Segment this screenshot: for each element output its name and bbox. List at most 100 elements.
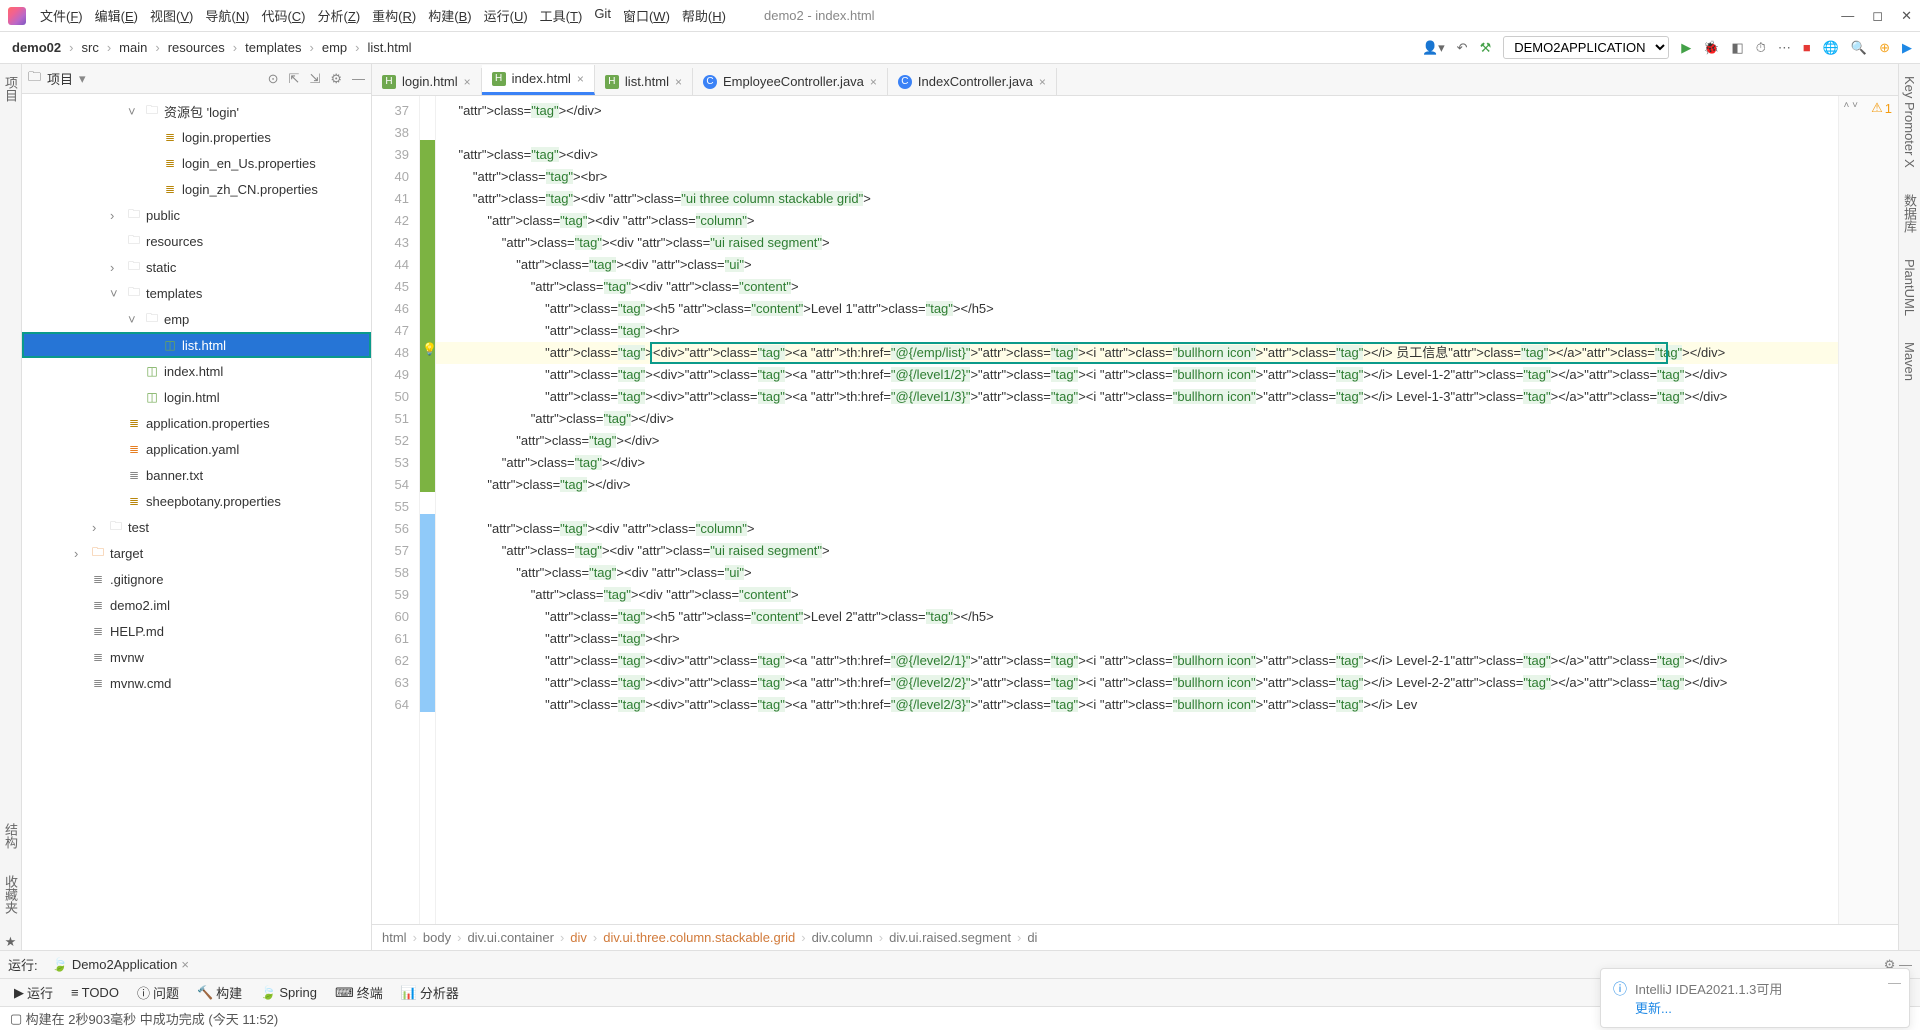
editor-tab[interactable]: Hindex.html× (482, 65, 595, 95)
bottom-tool-tab[interactable]: ⓘ问题 (131, 981, 185, 1004)
right-tab-keypromoter[interactable]: Key Promoter X (1900, 70, 1919, 174)
status-icon[interactable]: ▢ (10, 1011, 22, 1027)
close-icon[interactable]: × (1039, 75, 1046, 89)
crumb-item[interactable]: div.ui.three.column.stackable.grid (603, 930, 795, 945)
editor-breadcrumb[interactable]: html›body›div.ui.container›div›div.ui.th… (372, 924, 1898, 950)
stop-icon[interactable]: ■ (1803, 40, 1811, 55)
tree-node[interactable]: ≣demo2.iml (22, 592, 371, 618)
tree-node[interactable]: ›🗀public (22, 202, 371, 228)
error-stripe[interactable]: ˄ ˅ ⚠1 (1838, 96, 1898, 924)
editor-tab[interactable]: Hlogin.html× (372, 68, 482, 95)
notification-link[interactable]: 更新... (1635, 998, 1782, 1017)
crumb-item[interactable]: di (1027, 930, 1037, 945)
bottom-tool-tab[interactable]: 🍃Spring (254, 983, 323, 1003)
menu-item[interactable]: 运行(U) (478, 3, 534, 28)
close-icon[interactable]: × (181, 957, 189, 972)
breadcrumb-item[interactable]: src (77, 38, 102, 57)
left-tab-favorites[interactable]: 收藏夹 (0, 869, 22, 920)
breadcrumb-item[interactable]: main (115, 38, 151, 57)
close-button[interactable]: ✕ (1901, 8, 1912, 24)
tree-node[interactable]: ≣banner.txt (22, 462, 371, 488)
menu-item[interactable]: 导航(N) (199, 3, 255, 28)
right-tab-plantuml[interactable]: PlantUML (1900, 253, 1919, 322)
editor-tab[interactable]: Hlist.html× (595, 68, 693, 95)
tree-node[interactable]: ˅🗀templates (22, 280, 371, 306)
minimize-button[interactable]: — (1841, 8, 1854, 24)
bottom-tool-tab[interactable]: ⌨终端 (329, 981, 389, 1004)
menu-item[interactable]: 视图(V) (144, 3, 199, 28)
user-icon[interactable]: 👤▾ (1422, 40, 1445, 56)
crumb-item[interactable]: html (382, 930, 407, 945)
tree-node[interactable]: ≣application.properties (22, 410, 371, 436)
menu-item[interactable]: 窗口(W) (617, 3, 676, 28)
right-tab-maven[interactable]: Maven (1900, 336, 1919, 387)
breadcrumb[interactable]: demo02›src›main›resources›templates›emp›… (8, 38, 416, 57)
hide-icon[interactable]: — (352, 71, 365, 87)
menu-item[interactable]: 工具(T) (534, 3, 589, 28)
tree-node[interactable]: ≣sheepbotany.properties (22, 488, 371, 514)
close-icon[interactable]: × (870, 75, 877, 89)
tree-node[interactable]: ≣login.properties (22, 124, 371, 150)
crumb-item[interactable]: div.ui.container (467, 930, 553, 945)
tree-node[interactable]: 🗀resources (22, 228, 371, 254)
bulb-icon[interactable]: 💡 (422, 342, 437, 356)
tree-node[interactable]: ◫index.html (22, 358, 371, 384)
crumb-item[interactable]: body (423, 930, 451, 945)
left-tab-structure[interactable]: 结构 (0, 817, 22, 855)
star-icon[interactable]: ★ (5, 934, 17, 950)
coverage-icon[interactable]: ◧ (1731, 40, 1743, 56)
menu-item[interactable]: 编辑(E) (89, 3, 144, 28)
debug-icon[interactable]: 🐞 (1703, 40, 1719, 56)
crumb-item[interactable]: div.column (812, 930, 873, 945)
tree-node[interactable]: ›🗀static (22, 254, 371, 280)
tree-node[interactable]: ◫login.html (22, 384, 371, 410)
more-run-icon[interactable]: ⋯ (1778, 40, 1791, 56)
menu-item[interactable]: 分析(Z) (312, 3, 367, 28)
crumb-item[interactable]: div.ui.raised.segment (889, 930, 1011, 945)
maximize-button[interactable]: ◻ (1872, 8, 1883, 24)
right-tab-database[interactable]: 数据库 (1898, 188, 1920, 239)
breadcrumb-item[interactable]: resources (164, 38, 229, 57)
menu-item[interactable]: Git (588, 3, 617, 28)
tree-node[interactable]: ›🗀target (22, 540, 371, 566)
code-content[interactable]: "attr">class="tag"></div> "attr">class="… (436, 96, 1838, 924)
menu-item[interactable]: 帮助(H) (676, 3, 732, 28)
code-editor[interactable]: 3738394041424344454647484950515253545556… (372, 96, 1898, 924)
back-icon[interactable]: ↶ (1457, 40, 1468, 56)
menu-item[interactable]: 代码(C) (255, 3, 311, 28)
project-tree[interactable]: ˅🗀资源包 'login'≣login.properties≣login_en_… (22, 94, 371, 950)
menu-item[interactable]: 重构(R) (366, 3, 422, 28)
gear-icon[interactable]: ⚙ (330, 71, 342, 87)
play-all-icon[interactable]: ▶ (1902, 40, 1912, 56)
notification-close-icon[interactable]: — (1888, 975, 1901, 990)
run-icon[interactable]: ▶ (1681, 40, 1691, 56)
breadcrumb-item[interactable]: emp (318, 38, 351, 57)
tree-node[interactable]: ≣HELP.md (22, 618, 371, 644)
bottom-tool-tab[interactable]: 🔨构建 (191, 981, 248, 1004)
run-tab[interactable]: 🍃 Demo2Application × (44, 955, 197, 975)
tree-node[interactable]: ≣.gitignore (22, 566, 371, 592)
profile-icon[interactable]: ⏱ (1756, 40, 1766, 56)
hammer-icon[interactable]: ⚒ (1480, 40, 1492, 56)
locate-icon[interactable]: ⊙ (268, 71, 279, 87)
collapse-icon[interactable]: ⇲ (309, 71, 320, 87)
tree-node[interactable]: ≣mvnw (22, 644, 371, 670)
crumb-item[interactable]: div (570, 930, 587, 945)
tree-node[interactable]: ≣login_zh_CN.properties (22, 176, 371, 202)
run-config-select[interactable]: DEMO2APPLICATION (1503, 36, 1669, 59)
close-icon[interactable]: × (577, 72, 584, 86)
menu-item[interactable]: 构建(B) (422, 3, 477, 28)
breadcrumb-item[interactable]: demo02 (8, 38, 65, 57)
breadcrumb-item[interactable]: templates (241, 38, 305, 57)
translate-icon[interactable]: 🌐 (1823, 40, 1839, 56)
tree-node[interactable]: ˅🗀emp (22, 306, 371, 332)
tree-node[interactable]: ˅🗀资源包 'login' (22, 98, 371, 124)
bottom-tool-tab[interactable]: ▶运行 (8, 981, 59, 1004)
bottom-tool-tab[interactable]: 📊分析器 (395, 981, 465, 1004)
editor-tab[interactable]: CEmployeeController.java× (693, 68, 888, 95)
bottom-tool-tab[interactable]: ≡TODO (65, 983, 125, 1002)
menu-item[interactable]: 文件(F) (34, 3, 89, 28)
expand-icon[interactable]: ⇱ (289, 71, 300, 87)
tree-node[interactable]: ◫list.html (22, 332, 371, 358)
breadcrumb-item[interactable]: list.html (363, 38, 415, 57)
